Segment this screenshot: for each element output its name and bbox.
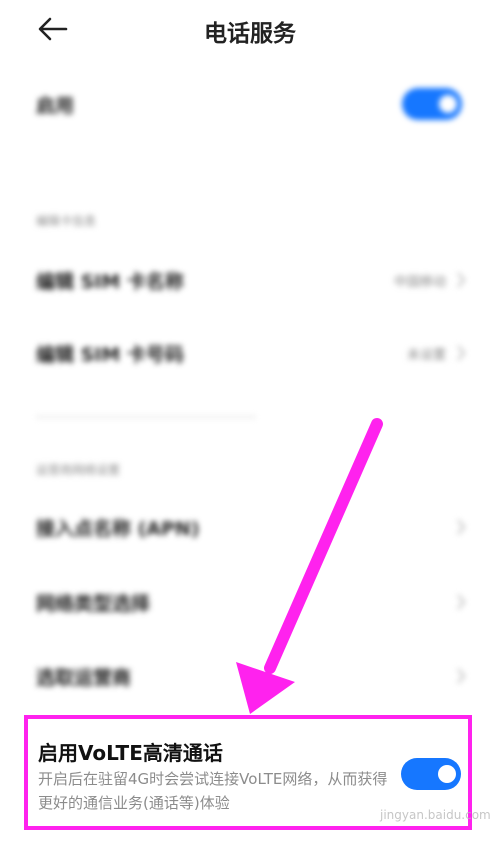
apn-label: 接入点名称 (APN) [36, 517, 200, 540]
section-divider [36, 416, 256, 418]
top-bar: 电话服务 [0, 0, 500, 60]
toggle-knob [438, 765, 456, 783]
carrier-select-label: 选取运营商 [36, 666, 132, 689]
watermark: jingyan.baidu.com [380, 808, 491, 822]
section-label-carrier-network: 运营商网络设置 [36, 463, 121, 477]
volte-description: 开启后在驻留4G时会尝试连接VoLTE网络，从而获得更好的通信业务(通话等)体验 [38, 770, 388, 812]
volte-title: 启用VoLTE高清通话 [38, 741, 223, 765]
section-label-card-info: 编辑卡信息 [36, 214, 97, 228]
apn-row[interactable]: 接入点名称 (APN) [36, 505, 466, 549]
network-type-label: 网络类型选择 [36, 592, 151, 615]
toggle-knob [439, 95, 457, 113]
page-title: 电话服务 [204, 21, 296, 47]
chevron-right-icon [457, 345, 466, 361]
network-type-row[interactable]: 网络类型选择 [36, 580, 466, 624]
edit-sim-number-label: 编辑 SIM 卡号码 [36, 343, 184, 366]
edit-sim-number-row[interactable]: 编辑 SIM 卡号码 未设置 [36, 331, 466, 375]
chevron-right-icon [457, 668, 466, 684]
enable-label: 启用 [36, 94, 75, 117]
carrier-select-row[interactable]: 选取运营商 [36, 654, 466, 698]
enable-toggle[interactable] [402, 88, 462, 120]
chevron-right-icon [457, 594, 466, 610]
sim-name-value: 中国移动 [393, 274, 446, 290]
edit-sim-name-label: 编辑 SIM 卡名称 [36, 270, 184, 293]
chevron-right-icon [457, 519, 466, 535]
edit-sim-name-row[interactable]: 编辑 SIM 卡名称 中国移动 [36, 258, 466, 302]
volte-toggle[interactable] [401, 758, 461, 790]
sim-number-value: 未设置 [406, 347, 446, 363]
chevron-right-icon [457, 272, 466, 288]
